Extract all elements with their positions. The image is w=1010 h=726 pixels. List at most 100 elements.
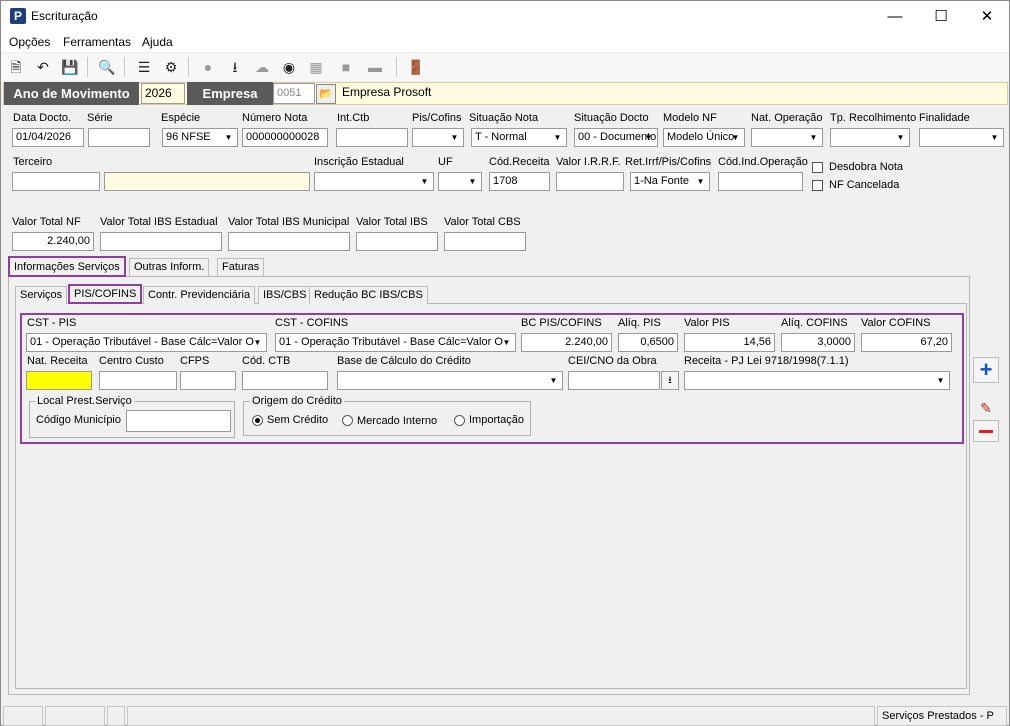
chevron-down-icon[interactable]: ▼ <box>933 373 948 388</box>
cloud-icon[interactable]: ☁ <box>252 57 272 77</box>
data-docto-field[interactable]: 01/04/2026 <box>12 128 84 147</box>
chevron-down-icon[interactable]: ▼ <box>693 174 708 189</box>
close-icon[interactable]: ✕ <box>964 1 1010 32</box>
tree-icon[interactable]: ☰ <box>134 57 154 77</box>
terceiro-code-field[interactable] <box>12 172 100 191</box>
cst-pis-select[interactable]: 01 - Operação Tributável - Base Cálc=Val… <box>26 333 267 352</box>
ibs-estadual-field[interactable] <box>100 232 222 251</box>
situacao-nota-select[interactable]: T - Normal ▼ <box>471 128 567 147</box>
inscricao-estadual-select[interactable]: ▼ <box>314 172 434 191</box>
finalidade-select[interactable]: ▼ <box>919 128 1004 147</box>
chevron-down-icon[interactable]: ▼ <box>641 130 656 145</box>
terceiro-name-field[interactable] <box>104 172 310 191</box>
uf-select[interactable]: ▼ <box>438 172 482 191</box>
aliq-pis-field[interactable]: 0,6500 <box>618 333 678 352</box>
nat-operacao-select[interactable]: ▼ <box>751 128 823 147</box>
base-credito-select[interactable]: ▼ <box>337 371 563 390</box>
cei-cno-field[interactable] <box>568 371 660 390</box>
chevron-down-icon[interactable]: ▼ <box>221 130 236 145</box>
menu-ajuda[interactable]: Ajuda <box>142 35 173 49</box>
tab-faturas[interactable]: Faturas <box>217 258 265 276</box>
receita-pj-select[interactable]: ▼ <box>684 371 950 390</box>
chevron-down-icon[interactable]: ▼ <box>546 373 561 388</box>
valor-cofins-field[interactable]: 67,20 <box>861 333 952 352</box>
plus-icon[interactable]: + <box>973 357 999 383</box>
tab-informacoes-servicos[interactable]: Informações Serviços <box>8 256 126 277</box>
nf-cancelada-checkbox[interactable] <box>812 180 823 191</box>
irrf-field[interactable] <box>556 172 624 191</box>
chevron-down-icon[interactable]: ▼ <box>250 335 265 350</box>
valor-total-nf-field[interactable]: 2.240,00 <box>12 232 94 251</box>
modelo-nf-select[interactable]: Modelo Único ▼ <box>663 128 745 147</box>
tab-outras-inform[interactable]: Outras Inform. <box>129 258 210 276</box>
numero-nota-field[interactable]: 000000000028 <box>242 128 328 147</box>
ano-movimento-field[interactable]: 2026 <box>141 83 185 104</box>
serie-field[interactable] <box>88 128 150 147</box>
aliq-cofins-field[interactable]: 3,0000 <box>781 333 855 352</box>
edit-icon[interactable]: ✎ <box>973 398 999 418</box>
ret-irrf-value: 1-Na Fonte <box>634 175 690 187</box>
chevron-down-icon[interactable]: ▼ <box>728 130 743 145</box>
situacao-docto-select[interactable]: 00 - Documento ▼ <box>574 128 658 147</box>
chevron-down-icon[interactable]: ▼ <box>806 130 821 145</box>
int-ctb-field[interactable] <box>336 128 408 147</box>
ibs-municipal-field[interactable] <box>228 232 350 251</box>
radio-sem-credito[interactable] <box>252 415 263 426</box>
ret-irrf-select[interactable]: 1-Na Fonte ▼ <box>630 172 710 191</box>
tab-ibs-cbs[interactable]: IBS/CBS <box>258 286 312 304</box>
apple-icon[interactable]: ● <box>198 57 218 77</box>
cod-ind-operacao-field[interactable] <box>718 172 803 191</box>
ibs-field[interactable] <box>356 232 438 251</box>
empresa-code-field[interactable]: 0051 <box>273 83 315 104</box>
cod-receita-field[interactable]: 1708 <box>489 172 550 191</box>
situacao-nota-value: T - Normal <box>475 131 527 143</box>
ibs-municipal-label: Valor Total IBS Municipal <box>228 216 350 228</box>
cbs-field[interactable] <box>444 232 526 251</box>
especie-select[interactable]: 96 NFSE ▼ <box>162 128 238 147</box>
chevron-down-icon[interactable]: ▼ <box>550 130 565 145</box>
cib-icon[interactable]: ◉ <box>279 57 299 77</box>
status-cell-2 <box>45 706 105 726</box>
radio-importacao[interactable] <box>454 415 465 426</box>
maximize-icon[interactable]: ☐ <box>918 1 964 32</box>
cfps-field[interactable] <box>180 371 236 390</box>
numero-nota-label: Número Nota <box>242 112 308 124</box>
bc-pis-cofins-field[interactable]: 2.240,00 <box>521 333 612 352</box>
chevron-down-icon[interactable]: ▼ <box>465 174 480 189</box>
cod-ctb-field[interactable] <box>242 371 328 390</box>
download-icon[interactable]: ⭳ <box>661 371 679 390</box>
chevron-down-icon[interactable]: ▼ <box>447 130 462 145</box>
tab-pis-cofins[interactable]: PIS/COFINS <box>68 284 143 304</box>
menu-opcoes[interactable]: Opções <box>9 35 50 49</box>
minimize-icon[interactable]: — <box>872 1 918 32</box>
square-icon[interactable]: ■ <box>336 57 356 77</box>
desdobra-nota-checkbox[interactable] <box>812 162 823 173</box>
cst-cofins-select[interactable]: 01 - Operação Tributável - Base Cálc=Val… <box>275 333 516 352</box>
grid-icon[interactable]: ▦ <box>306 57 326 77</box>
minus-icon[interactable]: ▬ <box>365 57 385 77</box>
folder-icon[interactable]: 📂 <box>316 84 336 104</box>
new-icon[interactable]: 🗎 <box>6 57 26 77</box>
exit-icon[interactable]: 🚪 <box>406 57 426 77</box>
download-icon[interactable]: ⭳ <box>225 57 245 77</box>
tab-servicos[interactable]: Serviços <box>15 286 68 304</box>
save-icon[interactable]: 💾 <box>60 57 80 77</box>
tab-reducao-bc[interactable]: Redução BC IBS/CBS <box>309 286 428 304</box>
chevron-down-icon[interactable]: ▼ <box>893 130 908 145</box>
tab-contr-previdenciaria[interactable]: Contr. Previdenciária <box>143 286 256 304</box>
nat-receita-field[interactable] <box>26 371 92 390</box>
menu-ferramentas[interactable]: Ferramentas <box>63 35 131 49</box>
chevron-down-icon[interactable]: ▼ <box>499 335 514 350</box>
remove-icon[interactable] <box>973 420 999 442</box>
chevron-down-icon[interactable]: ▼ <box>417 174 432 189</box>
codigo-municipio-field[interactable] <box>126 410 231 432</box>
gear-icon[interactable]: ⚙ <box>161 57 181 77</box>
valor-pis-field[interactable]: 14,56 <box>684 333 775 352</box>
preview-icon[interactable]: 🔍 <box>97 57 117 77</box>
chevron-down-icon[interactable]: ▼ <box>987 130 1002 145</box>
pis-cofins-select[interactable]: ▼ <box>412 128 464 147</box>
radio-mercado-interno[interactable] <box>342 415 353 426</box>
undo-icon[interactable]: ↶ <box>33 57 53 77</box>
centro-custo-field[interactable] <box>99 371 177 390</box>
tp-recolhimento-select[interactable]: ▼ <box>830 128 910 147</box>
